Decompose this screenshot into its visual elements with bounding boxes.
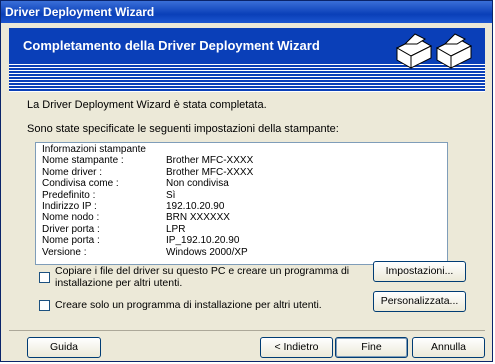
info-row: Nome driver : Brother MFC-XXXX (42, 167, 441, 178)
info-row: Driver porta : LPR (42, 224, 441, 235)
info-value: Brother MFC-XXXX (166, 166, 254, 178)
info-key: Driver porta : (42, 223, 100, 235)
info-row: Predefinito : Sì (42, 190, 441, 201)
wizard-banner: Completamento della Driver Deployment Wi… (9, 28, 485, 92)
settings-message: Sono state specificate le seguenti impos… (27, 123, 339, 135)
info-row: Nome stampante : Brother MFC-XXXX (42, 155, 441, 166)
info-value: Brother MFC-XXXX (166, 155, 254, 167)
info-header: Informazioni stampante (42, 144, 146, 155)
info-row: Nome porta : IP_192.10.20.90 (42, 235, 441, 246)
settings-button[interactable]: Impostazioni... (373, 261, 466, 282)
wizard-window: Driver Deployment Wizard Completamento d… (0, 0, 493, 362)
completion-message: La Driver Deployment Wizard è stata comp… (27, 99, 267, 111)
info-value: Windows 2000/XP (166, 246, 248, 258)
info-key: Versione : (42, 246, 87, 258)
info-key: Nome nodo : (42, 212, 100, 224)
title-bar[interactable]: Driver Deployment Wizard (1, 1, 492, 23)
info-key: Condivisa come : (42, 178, 119, 190)
info-key: Nome porta : (42, 235, 100, 247)
info-value: 192.10.20.90 (166, 201, 225, 213)
info-row: Condivisa come : Non condivisa (42, 178, 441, 189)
create-installer-checkbox[interactable] (39, 300, 50, 311)
copy-files-checkbox[interactable] (39, 272, 50, 283)
info-key: Indirizzo IP : (42, 201, 97, 213)
info-value: Sì (166, 189, 176, 201)
info-row: Nome nodo : BRN XXXXXX (42, 212, 441, 223)
cancel-button[interactable]: Annulla (412, 337, 485, 358)
window-title: Driver Deployment Wizard (5, 5, 155, 19)
info-value: Non condivisa (166, 178, 229, 190)
banner-title: Completamento della Driver Deployment Wi… (23, 38, 320, 53)
footer-separator (9, 330, 485, 331)
wizard-content: La Driver Deployment Wizard è stata comp… (9, 92, 485, 332)
info-value: IP_192.10.20.90 (166, 235, 240, 247)
info-key: Nome stampante : (42, 155, 124, 167)
create-installer-label[interactable]: Creare solo un programma di installazion… (55, 299, 365, 311)
help-button[interactable]: Guida (27, 337, 101, 358)
info-row: Versione : Windows 2000/XP (42, 247, 441, 258)
back-button[interactable]: < Indietro (260, 337, 333, 358)
copy-files-label[interactable]: Copiare i file del driver su questo PC e… (55, 265, 355, 289)
info-value: LPR (166, 223, 186, 235)
finish-button[interactable]: Fine (335, 337, 408, 358)
printer-icon (391, 32, 477, 75)
info-key: Predefinito : (42, 189, 96, 201)
info-value: BRN XXXXXX (166, 212, 230, 224)
info-row: Indirizzo IP : 192.10.20.90 (42, 201, 441, 212)
customize-button[interactable]: Personalizzata... (373, 291, 466, 312)
info-key: Nome driver : (42, 166, 103, 178)
printer-info-box[interactable]: Informazioni stampante Nome stampante : B… (35, 142, 448, 265)
